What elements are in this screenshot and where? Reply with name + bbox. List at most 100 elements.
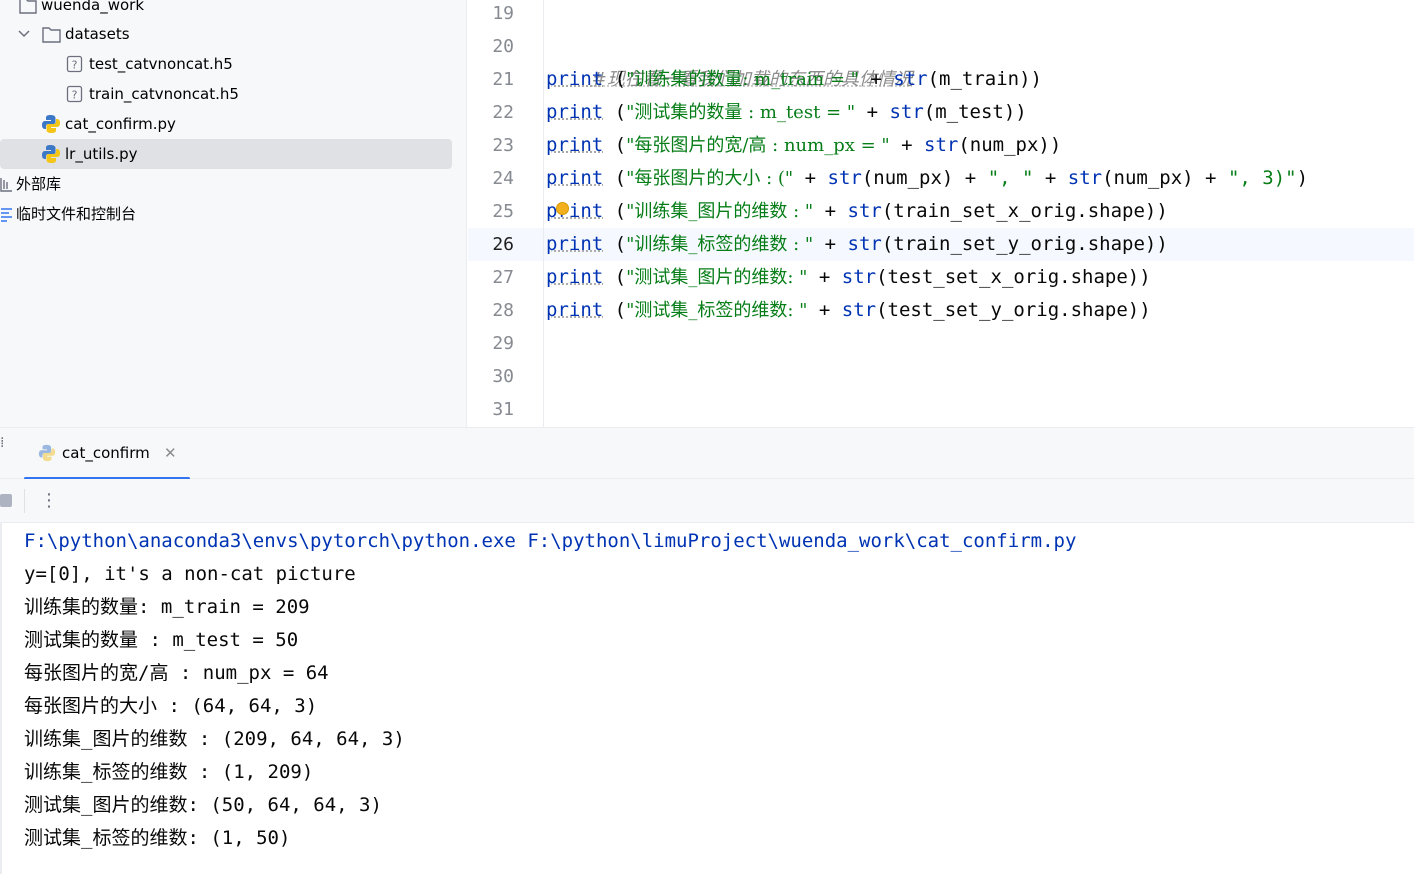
code-argument: (m_test)) — [923, 101, 1027, 123]
code-editor[interactable]: 19 20 21 22 23 24 25 26 27 28 29 30 31 #现在看一看我们加载的东西… — [468, 0, 1414, 427]
str-builtin: str — [1067, 167, 1103, 189]
string-literal: ", " — [987, 167, 1034, 189]
panel-edge-icon: ⁞ — [0, 435, 5, 451]
code-operator: + — [889, 134, 925, 156]
line-number: 28 — [492, 300, 514, 321]
intention-bulb-icon[interactable] — [556, 202, 569, 215]
code-line-24[interactable]: print ("每张图片的大小 : (" + str(num_px) + ", … — [546, 162, 1308, 195]
tree-item-label: cat_confirm.py — [65, 115, 176, 133]
svg-text:?: ? — [72, 59, 78, 72]
tree-item-external-libraries[interactable]: 外部库 — [0, 169, 460, 199]
console-output-line: 训练集_标签的维数 : (1, 209) — [24, 761, 314, 783]
folder-icon — [42, 19, 62, 49]
tree-item-label: wuenda_work — [41, 0, 145, 14]
code-line-22[interactable]: print ("测试集的数量 : m_test = " + str(m_test… — [546, 96, 1027, 129]
console-output-line: 每张图片的大小 : (64, 64, 3) — [24, 695, 318, 717]
print-keyword: print — [546, 134, 604, 156]
line-number: 29 — [492, 333, 514, 354]
tree-item-datasets[interactable]: datasets — [0, 19, 460, 49]
tree-item-lr-utils[interactable]: lr_utils.py — [0, 139, 452, 169]
line-number: 26 — [492, 234, 514, 255]
tree-item-scratches[interactable]: 临时文件和控制台 — [0, 199, 460, 229]
tree-item-train-h5[interactable]: ? train_catvnoncat.h5 — [0, 79, 460, 109]
code-line-21[interactable]: print ("训练集的数量: m_train = " + str(m_trai… — [546, 63, 1042, 96]
print-keyword: print — [546, 299, 604, 321]
code-operator: + — [813, 200, 848, 222]
line-number: 19 — [492, 3, 514, 24]
folder-icon — [18, 0, 38, 20]
code-operator: + — [855, 101, 890, 123]
string-literal: "每张图片的大小 : (" — [626, 168, 794, 189]
line-number-gutter: 19 20 21 22 23 24 25 26 27 28 29 30 31 — [468, 0, 544, 427]
code-line-26[interactable]: print ("训练集_标签的维数 : " + str(train_set_y_… — [546, 228, 1168, 261]
console-output[interactable]: F:\python\anaconda3\envs\pytorch\python.… — [0, 523, 1414, 874]
unknown-file-icon: ? — [66, 49, 86, 79]
code-operator: + — [858, 68, 894, 90]
string-literal: "测试集的数量 : m_test = " — [626, 102, 856, 123]
code-operator: + — [813, 233, 848, 255]
code-operator: + — [793, 167, 828, 189]
str-builtin: str — [847, 233, 882, 255]
tree-item-label: 外部库 — [16, 175, 62, 193]
tree-item-label: datasets — [65, 25, 130, 43]
console-command-line: F:\python\anaconda3\envs\pytorch\python.… — [24, 530, 1077, 552]
string-literal: "测试集_图片的维数: " — [626, 267, 808, 288]
console-output-line: 训练集_图片的维数 : (209, 64, 64, 3) — [24, 728, 405, 750]
code-punct: ( — [603, 167, 627, 189]
code-argument: (num_px) + — [861, 167, 988, 189]
code-line-25[interactable]: print ("训练集_图片的维数 : " + str(train_set_x_… — [546, 195, 1168, 228]
tree-item-wuenda-work[interactable]: wuenda_work — [0, 0, 460, 20]
python-file-icon — [38, 443, 56, 467]
tree-item-label: 临时文件和控制台 — [16, 205, 137, 223]
python-file-icon — [41, 109, 61, 139]
code-argument: (test_set_x_orig.shape)) — [876, 266, 1151, 288]
string-literal: "每张图片的宽/高 : num_px = " — [626, 135, 890, 156]
console-output-line: 每张图片的宽/高 : num_px = 64 — [24, 662, 329, 684]
svg-text:?: ? — [72, 89, 78, 102]
line-number: 21 — [492, 69, 514, 90]
code-punct: ( — [603, 68, 627, 90]
print-keyword: print — [546, 200, 604, 222]
console-output-line: y=[0], it's a non-cat picture — [24, 563, 356, 585]
line-number: 25 — [492, 201, 514, 222]
close-icon[interactable]: ✕ — [164, 428, 177, 478]
print-keyword: print — [546, 266, 604, 288]
string-literal: "测试集_标签的维数: " — [626, 300, 808, 321]
chevron-down-icon[interactable] — [16, 19, 36, 49]
code-argument: (train_set_x_orig.shape)) — [881, 200, 1168, 222]
str-builtin: str — [893, 68, 928, 90]
code-line-28[interactable]: print ("测试集_标签的维数: " + str(test_set_y_or… — [546, 294, 1151, 327]
print-keyword: print — [546, 167, 604, 189]
code-operator: + — [1033, 167, 1068, 189]
tree-item-label: lr_utils.py — [65, 145, 138, 163]
more-vertical-icon[interactable]: ⋮ — [40, 479, 58, 523]
print-keyword: print — [546, 68, 604, 90]
str-builtin: str — [924, 134, 959, 156]
str-builtin: str — [841, 299, 877, 321]
code-line-27[interactable]: print ("测试集_图片的维数: " + str(test_set_x_or… — [546, 261, 1151, 294]
code-line-20[interactable]: #现在看一看我们加载的东西的具体情况 — [546, 30, 913, 90]
code-punct: ( — [603, 266, 627, 288]
str-builtin: str — [841, 266, 877, 288]
console-output-line: 训练集的数量: m_train = 209 — [24, 596, 310, 618]
code-operator: + — [807, 266, 842, 288]
tree-item-test-h5[interactable]: ? test_catvnoncat.h5 — [0, 49, 460, 79]
code-argument: (test_set_y_orig.shape)) — [876, 299, 1151, 321]
tab-label: cat_confirm — [62, 444, 150, 462]
code-punct: ( — [603, 233, 627, 255]
code-argument: (num_px) + — [1102, 167, 1228, 189]
code-punct: ( — [603, 200, 627, 222]
tab-cat-confirm[interactable]: cat_confirm ✕ — [24, 428, 190, 480]
str-builtin: str — [889, 101, 924, 123]
code-argument: (m_train)) — [927, 68, 1042, 90]
string-literal: ", 3)" — [1227, 167, 1297, 189]
string-literal: "训练集的数量: m_train = " — [626, 69, 859, 90]
code-line-23[interactable]: print ("每张图片的宽/高 : num_px = " + str(num_… — [546, 129, 1061, 162]
tree-item-label: train_catvnoncat.h5 — [89, 85, 239, 103]
code-argument: (train_set_y_orig.shape)) — [881, 233, 1168, 255]
print-keyword: print — [546, 233, 604, 255]
tree-item-cat-confirm[interactable]: cat_confirm.py — [0, 109, 460, 139]
str-builtin: str — [827, 167, 862, 189]
line-number: 20 — [492, 36, 514, 57]
stop-icon[interactable] — [0, 494, 12, 507]
